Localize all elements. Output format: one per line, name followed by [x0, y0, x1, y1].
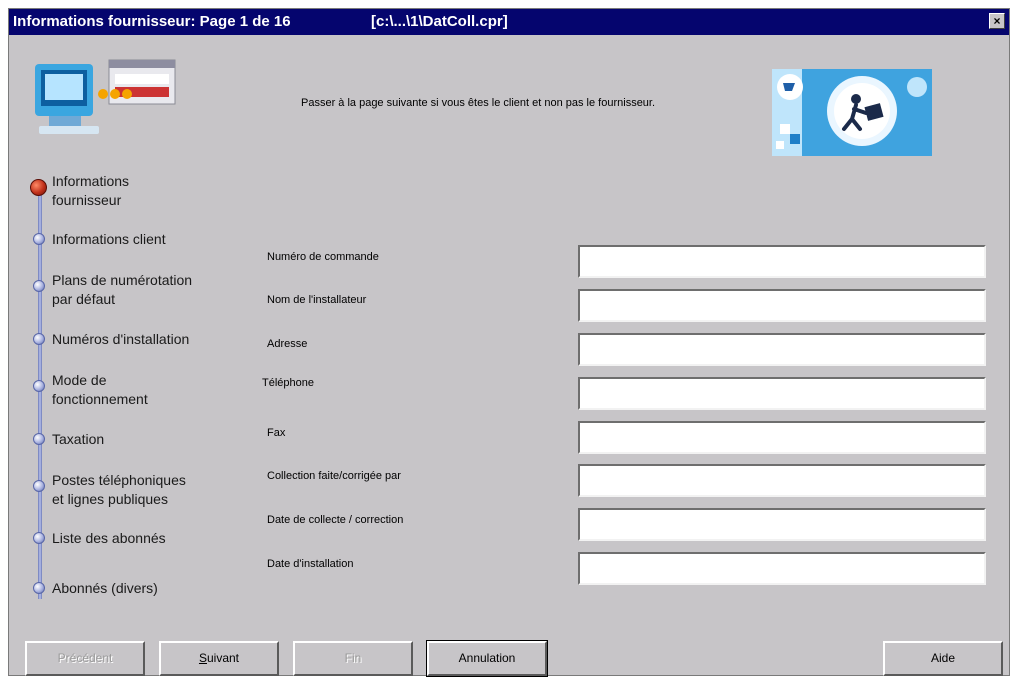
step-operating-mode[interactable]: Mode de fonctionnement — [52, 371, 148, 409]
instruction-text: Passer à la page suivante si vous êtes l… — [301, 97, 656, 109]
step-subscriber-list[interactable]: Liste des abonnés — [52, 529, 166, 548]
step-marker — [33, 433, 45, 445]
step-marker — [33, 480, 45, 492]
title-bar: Informations fournisseur: Page 1 de 16 [… — [9, 9, 1009, 35]
next-button[interactable]: Suivant — [159, 641, 279, 676]
step-taxation[interactable]: Taxation — [52, 430, 104, 449]
step-marker-active — [30, 179, 47, 196]
collected-by-field[interactable] — [578, 464, 986, 497]
step-supplier-info[interactable]: Informations fournisseur — [52, 172, 129, 210]
step-marker — [33, 280, 45, 292]
window-file-path: [c:\...\1\DatColl.cpr] — [371, 13, 508, 30]
finish-button[interactable]: Fin — [293, 641, 413, 676]
previous-button[interactable]: Précédent — [25, 641, 145, 676]
next-button-mnemonic: S — [198, 651, 207, 665]
cancel-button[interactable]: Annulation — [426, 640, 548, 677]
field-label-installation-date: Date d'installation — [267, 558, 354, 570]
step-marker — [33, 333, 45, 345]
step-marker — [33, 380, 45, 392]
field-label-fax: Fax — [267, 427, 286, 439]
step-subscribers-misc[interactable]: Abonnés (divers) — [52, 579, 158, 598]
field-label-address: Adresse — [267, 338, 308, 350]
next-button-label: uivant — [206, 651, 240, 665]
order-number-field[interactable] — [578, 245, 986, 278]
field-label-order-number: Numéro de commande — [267, 251, 379, 263]
close-icon[interactable]: × — [989, 13, 1005, 29]
computer-illustration-icon — [35, 59, 176, 134]
step-default-numbering[interactable]: Plans de numérotation par défaut — [52, 271, 192, 309]
phone-field[interactable] — [578, 377, 986, 410]
field-label-collected-by: Collection faite/corrigée par — [267, 470, 401, 482]
collection-date-field[interactable] — [578, 508, 986, 541]
address-field[interactable] — [578, 333, 986, 366]
field-label-phone: Téléphone — [262, 377, 314, 389]
step-marker — [33, 582, 45, 594]
step-installation-numbers[interactable]: Numéros d'installation — [52, 330, 189, 349]
installation-date-field[interactable] — [578, 552, 986, 585]
installer-name-field[interactable] — [578, 289, 986, 322]
step-phones-lines[interactable]: Postes téléphoniques et lignes publiques — [52, 471, 186, 509]
delivery-person-icon — [772, 69, 932, 156]
fax-field[interactable] — [578, 421, 986, 454]
window-title: Informations fournisseur: Page 1 de 16 — [13, 13, 291, 30]
field-label-collection-date: Date de collecte / correction — [267, 514, 404, 526]
help-button[interactable]: Aide — [883, 641, 1003, 676]
step-marker — [33, 233, 45, 245]
step-marker — [33, 532, 45, 544]
field-label-installer-name: Nom de l'installateur — [267, 294, 367, 306]
step-client-info[interactable]: Informations client — [52, 230, 166, 249]
wizard-window: Informations fournisseur: Page 1 de 16 [… — [8, 8, 1010, 677]
